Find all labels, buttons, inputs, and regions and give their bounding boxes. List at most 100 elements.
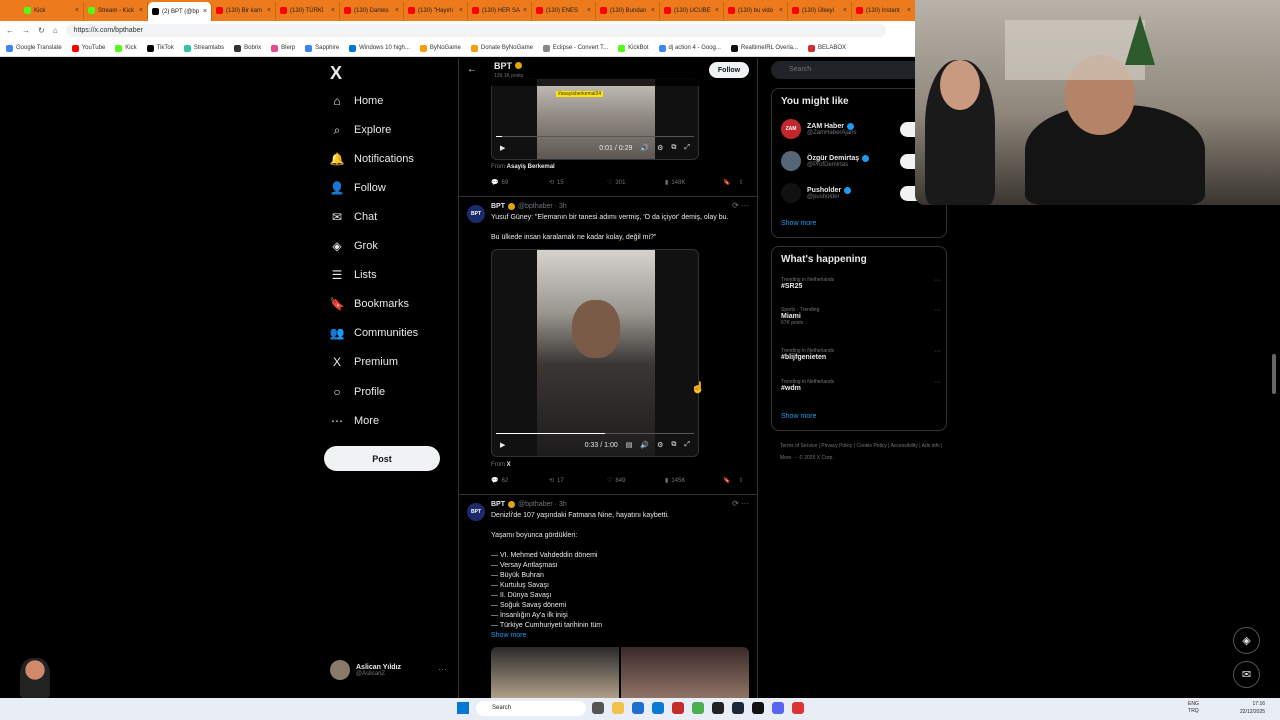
show-more-link[interactable]: Show more	[781, 220, 816, 227]
bookmark-item[interactable]: Kick	[115, 44, 137, 52]
clock[interactable]: 17:16 22/12/2025	[1240, 700, 1265, 716]
x-logo[interactable]: X	[330, 63, 342, 84]
bookmark-item[interactable]: Eclipse - Convert T...	[542, 44, 608, 52]
nav-item-lists[interactable]: ☰ Lists	[330, 265, 377, 285]
tweet[interactable]: BPT BPT @bpthaber · 3h ⟳ ··· Yusuf Güney:…	[459, 196, 757, 496]
tweet-image[interactable]	[621, 647, 749, 698]
close-icon[interactable]: ×	[715, 7, 719, 14]
close-icon[interactable]: ×	[651, 7, 655, 14]
nav-item-notifications[interactable]: 🔔 Notifications	[330, 149, 414, 169]
footer-links[interactable]: Terms of Service | Privacy Policy | Cook…	[780, 440, 950, 464]
bookmark-item[interactable]: Bobrix	[234, 44, 261, 52]
browser-tab[interactable]: (130) UCUBE ×	[660, 2, 724, 19]
nav-item-home[interactable]: ⌂ Home	[330, 91, 383, 111]
captions-icon[interactable]: ▤	[626, 441, 633, 449]
browser-tab[interactable]: Stream - Kick ×	[84, 2, 148, 19]
browser-tab[interactable]: (130) Instant ×	[852, 2, 916, 19]
edge-icon[interactable]	[652, 702, 664, 714]
avatar[interactable]: BPT	[467, 205, 485, 223]
nav-item-explore[interactable]: ⌕ Explore	[330, 120, 392, 140]
play-icon[interactable]: ▶	[500, 441, 505, 449]
url-field[interactable]: https://x.com/bpthaber	[65, 24, 886, 37]
back-icon[interactable]: ←	[6, 26, 14, 35]
suggested-account[interactable]: Pusholder @pusholder	[781, 183, 852, 203]
close-icon[interactable]: ×	[587, 7, 591, 14]
bookmark-icon[interactable]: 🔖	[723, 179, 730, 186]
bookmark-item[interactable]: Windows 10 high...	[349, 44, 410, 52]
fullscreen-icon[interactable]: ⤢	[684, 441, 690, 449]
close-icon[interactable]: ×	[395, 7, 399, 14]
trend-item[interactable]: Trending in Netherlands #blijfgenieten ···	[781, 348, 941, 361]
close-icon[interactable]: ×	[843, 7, 847, 14]
browser-tab[interactable]: (130) bu vido ×	[724, 2, 788, 19]
bookmark-item[interactable]: Google Translate	[6, 44, 62, 52]
tweet-image[interactable]	[491, 647, 619, 698]
reload-icon[interactable]: ↻	[38, 26, 45, 35]
close-icon[interactable]: ×	[139, 7, 143, 14]
browser-tab[interactable]: (130) Dantes ×	[340, 2, 404, 19]
browser-tab[interactable]: (130) "Hayırlı ×	[404, 2, 468, 19]
like-action[interactable]: ♡ 849	[607, 477, 665, 485]
discord-icon[interactable]	[772, 702, 784, 714]
pip-icon[interactable]: ⧉	[671, 441, 676, 449]
close-icon[interactable]: ×	[203, 8, 207, 15]
volume-icon[interactable]: 🔊	[640, 441, 649, 449]
account-switcher[interactable]: Aslican Yıldız @AslicanZ ···	[330, 660, 447, 680]
video-player[interactable]: ▶ 0:33 / 1:00 ▤ 🔊 ⚙ ⧉ ⤢	[491, 249, 699, 457]
bookmark-item[interactable]: TikTok	[146, 44, 174, 52]
more-icon[interactable]: ···	[934, 379, 941, 386]
bookmark-item[interactable]: dj action 4 - Goog...	[658, 44, 721, 52]
bookmark-item[interactable]: Donate ByNoGame	[470, 44, 533, 52]
capcut-icon[interactable]	[752, 702, 764, 714]
home-icon[interactable]: ⌂	[53, 26, 58, 35]
repost-action[interactable]: ⟲ 17	[549, 477, 607, 485]
trend-item[interactable]: Sports · Trending Miami 67K posts ···	[781, 307, 941, 326]
more-icon[interactable]: ···	[934, 348, 941, 355]
chrome-icon[interactable]	[692, 702, 704, 714]
close-icon[interactable]: ×	[779, 7, 783, 14]
browser-tab[interactable]: (130) Ülkeyi ×	[788, 2, 852, 19]
language-indicator[interactable]: ENG TRQ	[1188, 701, 1199, 715]
fullscreen-icon[interactable]: ⤢	[684, 144, 690, 152]
bookmark-icon[interactable]: 🔖	[723, 477, 730, 484]
more-icon[interactable]: ⟳ ···	[732, 499, 749, 508]
avatar[interactable]: BPT	[467, 503, 485, 521]
trend-item[interactable]: Trending in Netherlands #SR25 ···	[781, 277, 941, 290]
app-icon[interactable]	[632, 702, 644, 714]
windows-start-icon[interactable]	[457, 702, 469, 714]
app-icon[interactable]	[792, 702, 804, 714]
nav-item-more[interactable]: ⋯ More	[330, 411, 379, 431]
nav-item-follow[interactable]: 👤 Follow	[330, 178, 386, 198]
nav-item-premium[interactable]: X Premium	[330, 352, 398, 372]
nav-item-chat[interactable]: ✉ Chat	[330, 207, 377, 227]
grok-icon[interactable]: ◈	[1233, 627, 1260, 654]
suggested-account[interactable]: Özgür Demirtaş @ProfDemirtas	[781, 151, 870, 171]
settings-icon[interactable]: ⚙	[657, 441, 663, 449]
browser-tab[interactable]: Kick ×	[20, 2, 84, 19]
show-more-link[interactable]: Show more	[491, 631, 526, 641]
bookmark-item[interactable]: BELABOX	[808, 44, 846, 52]
scrollbar[interactable]	[1272, 354, 1276, 394]
close-icon[interactable]: ×	[459, 7, 463, 14]
browser-tab[interactable]: (2) BPT (@bp ×	[148, 2, 212, 21]
reply-action[interactable]: 💬 62	[491, 477, 549, 485]
close-icon[interactable]: ×	[267, 7, 271, 14]
post-button[interactable]: Post	[324, 446, 440, 471]
nav-item-communities[interactable]: 👥 Communities	[330, 323, 419, 343]
share-icon[interactable]: ⇧	[738, 179, 743, 186]
steam-icon[interactable]	[732, 702, 744, 714]
browser-tab[interactable]: (130) Bundan ×	[596, 2, 660, 19]
repost-action[interactable]: ⟲ 15	[549, 179, 607, 187]
pip-icon[interactable]: ⧉	[671, 144, 676, 152]
bookmark-item[interactable]: Streamlabs	[183, 44, 224, 52]
close-icon[interactable]: ×	[75, 7, 79, 14]
back-arrow-icon[interactable]: ←	[467, 64, 477, 75]
browser-tab[interactable]: (130) HER SA ×	[468, 2, 532, 19]
messages-icon[interactable]: ✉	[1233, 661, 1260, 688]
bookmark-item[interactable]: YouTube	[71, 44, 105, 52]
nav-item-profile[interactable]: ○ Profile	[330, 382, 385, 402]
show-more-link[interactable]: Show more	[781, 413, 816, 420]
close-icon[interactable]: ×	[907, 7, 911, 14]
close-icon[interactable]: ×	[331, 7, 335, 14]
tweet[interactable]: BPT BPT @bpthaber · 3h ⟳ ··· Denizli'de 1…	[459, 494, 757, 698]
